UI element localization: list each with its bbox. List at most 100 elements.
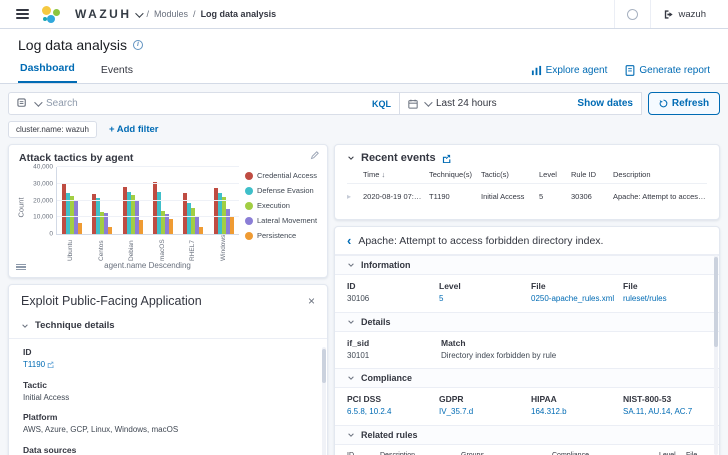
field-label: Data sources [23,445,313,455]
add-filter-button[interactable]: + Add filter [109,124,159,135]
nist-link[interactable]: SA.11, AU.14, AC.7 [623,406,707,418]
refresh-button[interactable]: Refresh [648,92,720,115]
filter-chip[interactable]: cluster.name: wazuh [8,121,97,138]
logout-icon [663,9,674,20]
details-section-header[interactable]: Details [335,312,719,332]
match-value: Directory index forbidden by rule [441,350,707,362]
x-tick-label: Ubuntu [68,235,75,261]
event-rule-id-link[interactable]: 30306 [571,192,607,201]
col-technique[interactable]: Technique(s) [429,170,475,179]
hipaa-link[interactable]: 164.312.b [531,406,615,418]
menu-icon[interactable] [16,9,29,19]
gdpr-link[interactable]: IV_35.7.d [439,406,523,418]
bar[interactable] [108,227,112,234]
field-label: File [531,281,615,291]
technique-id-link[interactable]: T1190 [23,360,45,369]
scrollbar[interactable] [714,255,718,455]
bar[interactable] [78,223,82,234]
field-label: Platform [23,412,313,422]
search-input[interactable] [46,98,366,109]
gridline [57,183,239,184]
x-tick-label: Windows [221,235,228,261]
close-icon[interactable]: × [308,295,315,307]
bar-group-Windows [209,167,239,234]
details-fields: if_sid30101 MatchDirectory index forbidd… [335,332,719,369]
chevron-down-icon [21,322,29,330]
field-label: ID [23,347,313,357]
brand-name[interactable]: WAZUH [75,7,132,21]
y-axis-title: Count [19,167,29,270]
scrollbar[interactable] [322,347,326,455]
col-time[interactable]: Time ↓ [363,170,423,179]
rule-path-link[interactable]: ruleset/rules [623,293,707,305]
col-rule-id[interactable]: Rule ID [571,170,607,179]
legend-dot-icon [245,187,253,195]
legend-item[interactable]: Persistence [245,231,317,240]
pci-dss-link[interactable]: 6.5.8, 10.2.4 [347,406,431,418]
event-row[interactable]: ▸ 2020-08-19 07:45:04 T1190 Initial Acce… [347,184,707,209]
chart-xlabels: UbuntuCentosDebianmacOSRHEL7Windows [56,235,239,261]
bar[interactable] [139,220,143,234]
compliance-section-header[interactable]: Compliance [335,368,719,388]
generate-report-button[interactable]: Generate report [625,65,710,76]
event-tactic: Initial Access [481,192,533,201]
brand-chevron-down-icon[interactable] [135,9,143,17]
open-in-new-icon[interactable] [442,154,451,163]
col-description[interactable]: Description [613,170,707,179]
gridline [57,216,239,217]
accordion-label: Technique details [35,320,115,331]
info-icon[interactable]: i [133,40,143,50]
bar[interactable] [199,227,203,234]
kql-toggle[interactable]: KQL [372,99,391,109]
related-rules-section-header[interactable]: Related rules [335,425,719,445]
bar[interactable] [230,216,234,234]
breadcrumb-separator: / [193,9,196,19]
search-chevron-down-icon[interactable] [34,98,42,106]
tab-events[interactable]: Events [99,60,135,83]
saved-query-icon[interactable] [17,98,28,109]
legend-item[interactable]: Execution [245,201,317,210]
tab-dashboard[interactable]: Dashboard [18,58,77,83]
row-expander-icon[interactable]: ▸ [347,192,357,201]
information-section-header[interactable]: Information [335,255,719,275]
rule-detail-panel: ‹ Apache: Attempt to access forbidden di… [334,226,720,455]
explore-agent-button[interactable]: Explore agent [531,65,608,76]
health-status-icon [627,9,638,20]
gridline [57,166,239,167]
rule-file-link[interactable]: 0250-apache_rules.xml [531,293,615,305]
health-status-button[interactable] [614,0,650,28]
technique-content: ID T1190 Tactic Initial Access Platform … [9,339,327,455]
legend-item[interactable]: Defense Evasion [245,186,317,195]
back-chevron-icon[interactable]: ‹ [347,234,351,247]
y-tick-label: 40,000 [33,164,53,171]
technique-title: Exploit Public-Facing Application [21,294,308,308]
legend-toggle-icon[interactable] [14,260,28,274]
technique-details-accordion[interactable]: Technique details [9,315,327,339]
section-label: Information [361,260,411,270]
y-tick-label: 10,000 [33,214,53,221]
edit-visualization-icon[interactable] [310,151,319,160]
breadcrumb-separator: / [147,9,150,19]
legend-item[interactable]: Lateral Movement [245,216,317,225]
time-range-value[interactable]: Last 24 hours [436,98,571,109]
breadcrumb-modules[interactable]: Modules [154,9,188,19]
legend-item[interactable]: Credential Access [245,171,317,180]
date-picker[interactable]: Last 24 hours Show dates [400,92,642,115]
wazuh-logo-icon[interactable] [41,4,61,24]
bar[interactable] [169,219,173,234]
explore-agent-icon [531,65,542,76]
event-technique-link[interactable]: T1190 [429,192,475,201]
col-level[interactable]: Level [539,170,565,179]
user-menu[interactable]: wazuh [650,0,718,28]
rule-detail-title: Apache: Attempt to access forbidden dire… [358,235,603,247]
show-dates-button[interactable]: Show dates [577,98,633,109]
event-level: 5 [539,192,565,201]
chart-groups [57,167,239,234]
legend-dot-icon [245,202,253,210]
chevron-down-icon[interactable] [347,154,355,162]
col-tactic[interactable]: Tactic(s) [481,170,533,179]
if-sid-value: 30101 [347,350,433,362]
chevron-down-icon [347,374,355,382]
y-tick-label: 20,000 [33,197,53,204]
rule-level-link[interactable]: 5 [439,293,523,305]
